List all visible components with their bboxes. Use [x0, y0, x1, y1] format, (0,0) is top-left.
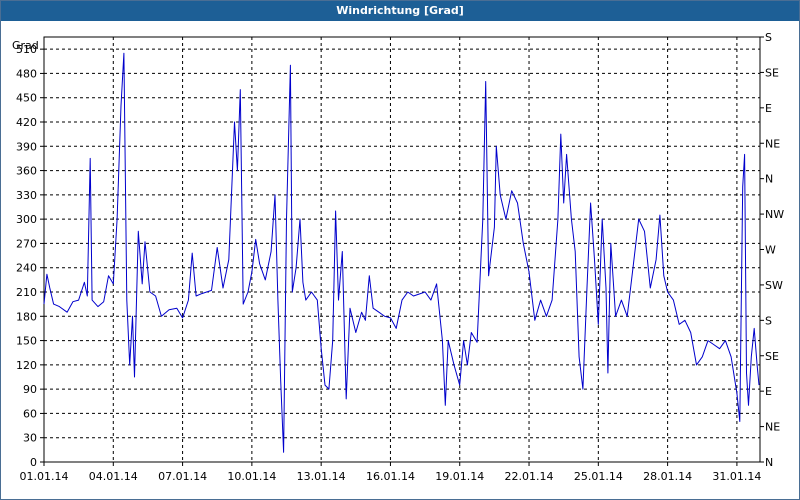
right-axis-label: NW [765, 208, 784, 221]
y-tick-label: 450 [16, 92, 37, 105]
right-axis-label: NE [765, 137, 780, 150]
y-tick-label: 330 [16, 189, 37, 202]
x-tick-label: 10.01.14 [227, 470, 276, 483]
y-tick-label: 390 [16, 140, 37, 153]
right-axis-label: W [765, 244, 776, 257]
x-tick-label: 04.01.14 [89, 470, 138, 483]
right-axis-label: SW [765, 279, 783, 292]
x-tick-label: 25.01.14 [574, 470, 623, 483]
right-axis-label: E [765, 102, 772, 115]
x-tick-label: 01.01.14 [20, 470, 69, 483]
y-tick-label: 480 [16, 67, 37, 80]
right-axis-label: N [765, 173, 773, 186]
y-tick-label: 240 [16, 262, 37, 275]
y-tick-label: 90 [23, 383, 37, 396]
right-axis-label: S [765, 31, 772, 44]
y-tick-label: 0 [30, 456, 37, 469]
x-tick-label: 19.01.14 [435, 470, 484, 483]
y-tick-label: 120 [16, 359, 37, 372]
y-tick-label: 420 [16, 116, 37, 129]
y-tick-label: 180 [16, 310, 37, 323]
right-axis-label: SE [765, 350, 779, 363]
series-line-0 [43, 52, 760, 453]
right-axis-label: NE [765, 421, 780, 434]
x-tick-label: 16.01.14 [366, 470, 415, 483]
y-tick-label: 300 [16, 213, 37, 226]
x-tick-label: 07.01.14 [158, 470, 207, 483]
wind-direction-chart: 0 30 60 90 120 150 180 210 240 270 300 330 360 390 420… [12, 31, 784, 483]
x-tick-label: 28.01.14 [643, 470, 692, 483]
y-tick-label: 60 [23, 407, 37, 420]
x-tick-label: 31.01.14 [712, 470, 761, 483]
x-tick-label: 22.01.14 [505, 470, 554, 483]
plot-frame [43, 36, 761, 463]
y-tick-label: 360 [16, 165, 37, 178]
x-tick-label: 13.01.14 [297, 470, 346, 483]
right-axis-label: E [765, 385, 772, 398]
right-axis-label: SE [765, 66, 779, 79]
y-tick-label: 30 [23, 432, 37, 445]
y-tick-label: 150 [16, 335, 37, 348]
y-axis-label: Grad [12, 39, 39, 52]
y-tick-label: 270 [16, 237, 37, 250]
right-axis-label: N [765, 456, 773, 469]
right-axis-label: S [765, 314, 772, 327]
y-tick-label: 210 [16, 286, 37, 299]
